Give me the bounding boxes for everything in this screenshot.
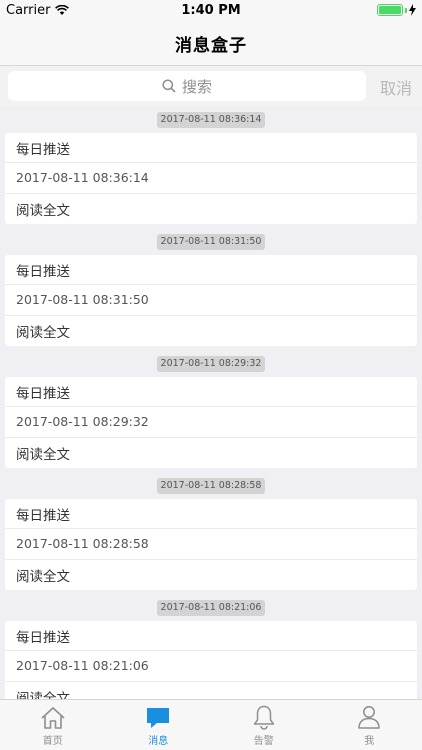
bell-icon (253, 705, 274, 730)
search-input[interactable]: 搜索 (8, 71, 366, 101)
message-icon (147, 708, 170, 728)
message-group: 2017-08-11 08:29:32 每日推送 2017-08-11 08:2… (0, 350, 422, 472)
status-time: 1:40 PM (181, 3, 241, 18)
message-group: 2017-08-11 08:36:14 每日推送 2017-08-11 08:3… (0, 106, 422, 228)
read-full-link[interactable]: 阅读全文 (5, 682, 417, 699)
read-full-link[interactable]: 阅读全文 (5, 316, 417, 346)
tab-label: 首页 (42, 736, 63, 747)
timestamp-badge: 2017-08-11 08:36:14 (156, 111, 266, 128)
message-card[interactable]: 每日推送 2017-08-11 08:29:32 阅读全文 (5, 377, 417, 468)
message-title: 每日推送 (5, 133, 417, 164)
tab-label: 我 (364, 736, 375, 747)
message-time: 2017-08-11 08:29:32 (5, 407, 417, 438)
message-list[interactable]: 2017-08-11 08:36:14 每日推送 2017-08-11 08:3… (0, 106, 422, 699)
timestamp-badge: 2017-08-11 08:31:50 (156, 233, 266, 250)
message-card[interactable]: 每日推送 2017-08-11 08:28:58 阅读全文 (5, 499, 417, 590)
message-group: 2017-08-11 08:28:58 每日推送 2017-08-11 08:2… (0, 472, 422, 594)
timestamp-badge: 2017-08-11 08:21:06 (156, 599, 266, 616)
search-area: 搜索 取消 (0, 66, 422, 106)
timestamp-badge: 2017-08-11 08:28:58 (156, 477, 266, 494)
message-title: 每日推送 (5, 377, 417, 408)
timestamp-badge: 2017-08-11 08:29:32 (156, 355, 266, 372)
message-group: 2017-08-11 08:31:50 每日推送 2017-08-11 08:3… (0, 228, 422, 350)
charging-bolt-icon (409, 4, 416, 16)
message-time: 2017-08-11 08:36:14 (5, 163, 417, 194)
message-group: 2017-08-11 08:21:06 每日推送 2017-08-11 08:2… (0, 594, 422, 699)
tab-home[interactable]: 首页 (0, 700, 106, 750)
tab-messages[interactable]: 消息 (106, 700, 212, 750)
message-time: 2017-08-11 08:28:58 (5, 529, 417, 560)
person-icon (358, 706, 380, 729)
message-card[interactable]: 每日推送 2017-08-11 08:36:14 阅读全文 (5, 133, 417, 224)
search-placeholder: 搜索 (181, 77, 212, 96)
page-title: 消息盒子 (175, 36, 247, 56)
message-card[interactable]: 每日推送 2017-08-11 08:21:06 阅读全文 (5, 621, 417, 699)
tab-bar: 首页 消息 告警 我 (0, 699, 422, 750)
tab-label: 告警 (253, 736, 274, 747)
home-icon (41, 707, 65, 729)
message-time: 2017-08-11 08:21:06 (5, 651, 417, 682)
read-full-link[interactable]: 阅读全文 (5, 194, 417, 224)
cancel-button[interactable]: 取消 (380, 75, 412, 99)
tab-me[interactable]: 我 (317, 700, 422, 750)
message-title: 每日推送 (5, 621, 417, 652)
status-bar: Carrier 1:40 PM (0, 0, 422, 22)
battery-tip (405, 7, 407, 13)
battery-icon (377, 4, 403, 16)
navigation-bar: 消息盒子 (0, 22, 422, 66)
search-icon (162, 79, 176, 93)
read-full-link[interactable]: 阅读全文 (5, 438, 417, 468)
tab-label: 消息 (148, 736, 169, 747)
message-title: 每日推送 (5, 255, 417, 286)
message-card[interactable]: 每日推送 2017-08-11 08:31:50 阅读全文 (5, 255, 417, 346)
tab-alerts[interactable]: 告警 (211, 700, 317, 750)
read-full-link[interactable]: 阅读全文 (5, 560, 417, 590)
message-time: 2017-08-11 08:31:50 (5, 285, 417, 316)
message-title: 每日推送 (5, 499, 417, 530)
status-right (377, 4, 416, 16)
